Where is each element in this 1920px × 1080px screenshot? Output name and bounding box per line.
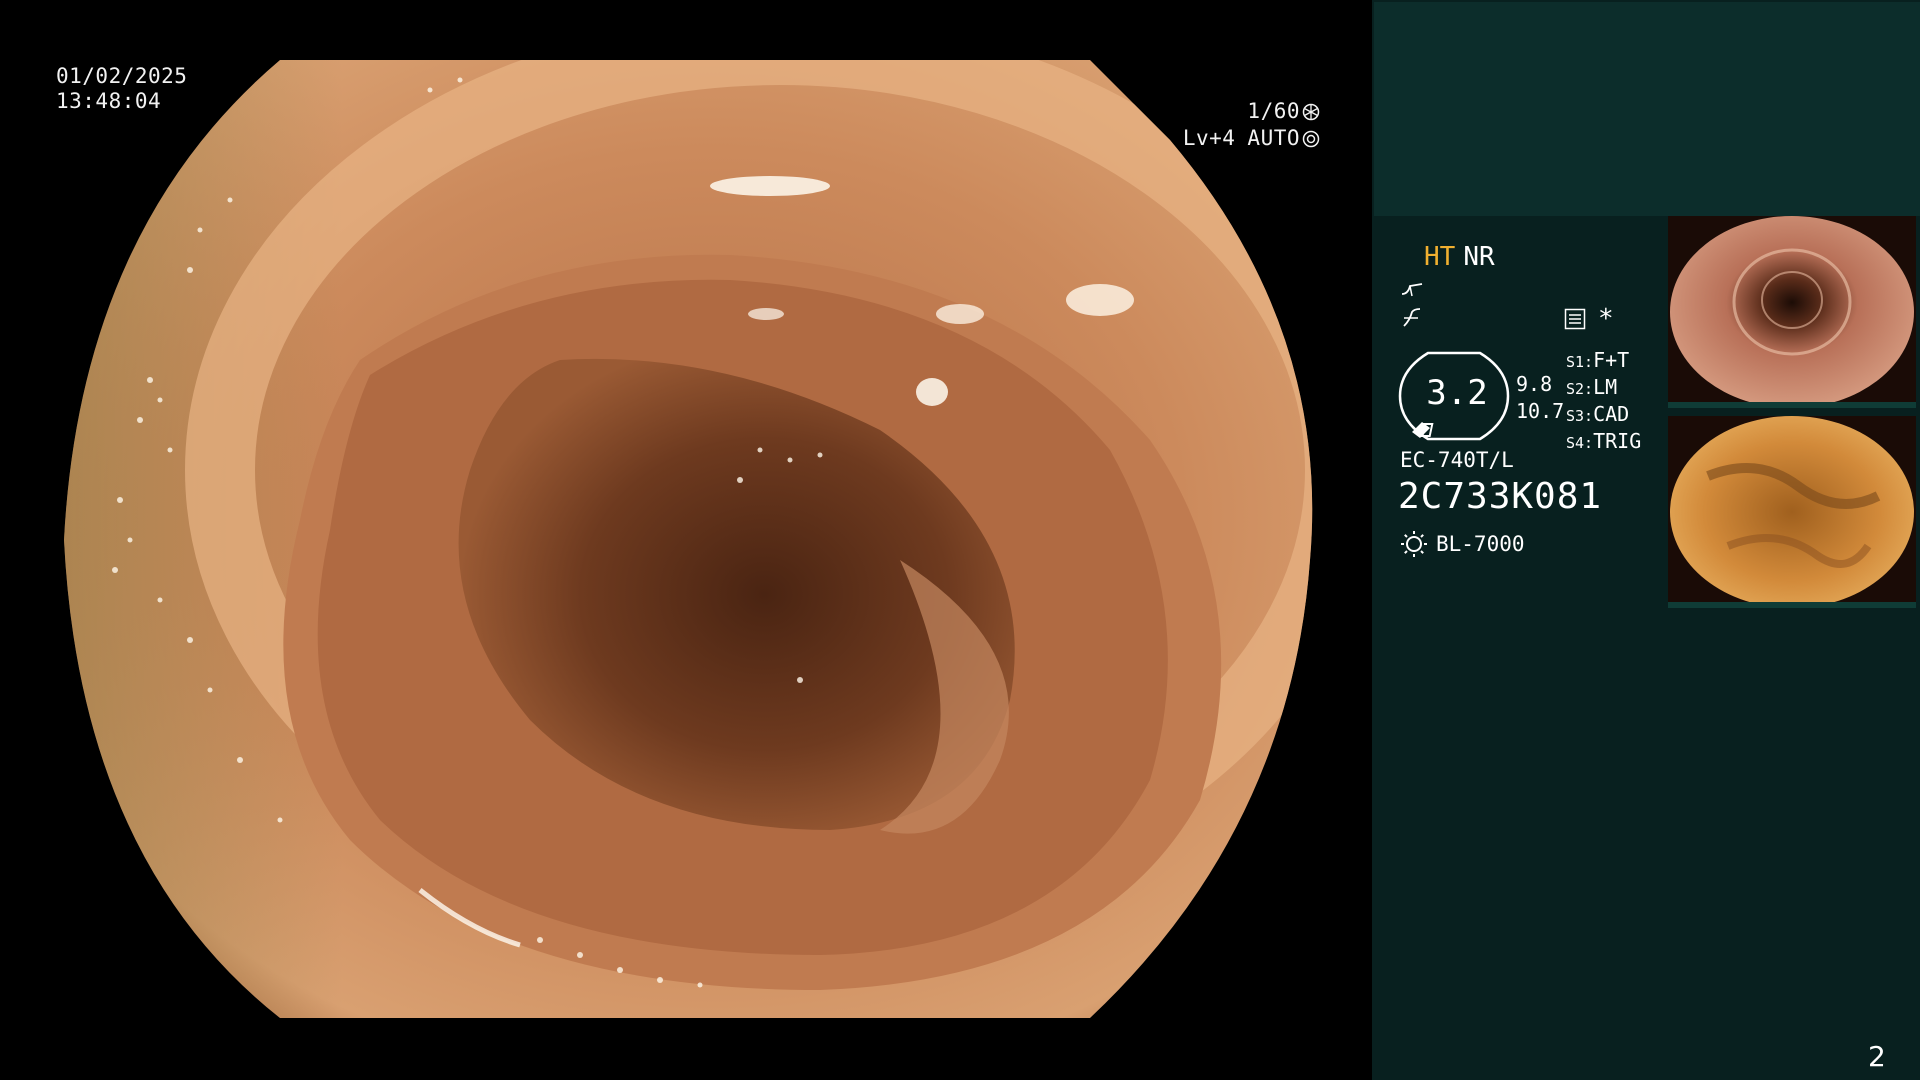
light-bulb-icon bbox=[1401, 531, 1427, 557]
time-text: 13:48:04 bbox=[56, 89, 162, 113]
date-text: 01/02/2025 bbox=[56, 64, 188, 88]
colon-lumen-thumbnail-icon bbox=[1668, 216, 1916, 408]
thumbnail-bar bbox=[1668, 602, 1916, 608]
datetime-display: 01/02/2025 13:48:04 bbox=[56, 64, 187, 114]
zoom-reading-1: 9.8 bbox=[1516, 372, 1553, 396]
switch-key: S1: bbox=[1566, 353, 1594, 371]
zoom-value: 3.2 bbox=[1426, 373, 1488, 413]
scope-switch-list: S1:F+T S2:LM S3:CAD S4:TRIG bbox=[1566, 348, 1641, 456]
switch-value: LM bbox=[1593, 375, 1618, 399]
asterisk-mark: * bbox=[1598, 304, 1614, 334]
switch-row: S3:CAD bbox=[1566, 402, 1641, 429]
light-source-model: BL-7000 bbox=[1436, 532, 1525, 556]
nr-mode: NR bbox=[1463, 242, 1495, 272]
zoom-reading-2: 10.7 bbox=[1516, 399, 1565, 423]
switch-key: S2: bbox=[1566, 380, 1594, 398]
camera-settings: 1/60 Lv+4 AUTO bbox=[1160, 98, 1320, 152]
switch-row: S4:TRIG bbox=[1566, 429, 1641, 456]
scope-model: EC-740T/L bbox=[1400, 448, 1514, 472]
endoscope-image bbox=[64, 60, 1313, 1018]
scope-serial-number: 2C733K081 bbox=[1398, 476, 1603, 517]
gamma-curve-icon bbox=[1403, 308, 1421, 327]
page-number: 2 bbox=[1868, 1040, 1886, 1073]
iris-mode: AUTO bbox=[1247, 126, 1300, 150]
ht-mode: HT bbox=[1424, 242, 1456, 272]
shutter-icon bbox=[1302, 103, 1320, 120]
switch-row: S2:LM bbox=[1566, 375, 1641, 402]
shutter-speed: 1/60 bbox=[1247, 99, 1300, 123]
switch-row: S1:F+T bbox=[1566, 348, 1641, 375]
light-source-row: BL-7000 bbox=[1400, 530, 1525, 558]
info-panel-header bbox=[1374, 2, 1920, 216]
switch-key: S3: bbox=[1566, 407, 1594, 425]
enhancement-modes: HT NR bbox=[1424, 242, 1495, 272]
switch-value: CAD bbox=[1593, 402, 1630, 426]
settings-list-icon bbox=[1564, 308, 1586, 330]
capture-thumbnail[interactable] bbox=[1668, 416, 1916, 608]
capture-thumbnail[interactable] bbox=[1668, 216, 1916, 408]
tone-curve-icon bbox=[1401, 283, 1423, 297]
colon-stool-thumbnail-icon bbox=[1668, 416, 1916, 608]
switch-value: F+T bbox=[1593, 348, 1630, 372]
brightness-level: Lv+4 bbox=[1182, 126, 1236, 150]
switch-key: S4: bbox=[1566, 434, 1594, 452]
thumbnail-bar bbox=[1668, 402, 1916, 408]
iris-icon bbox=[1302, 130, 1320, 147]
endoscope-view: 01/02/2025 13:48:04 1/60 Lv+4 AUTO bbox=[0, 0, 1372, 1080]
switch-value: TRIG bbox=[1593, 429, 1642, 453]
